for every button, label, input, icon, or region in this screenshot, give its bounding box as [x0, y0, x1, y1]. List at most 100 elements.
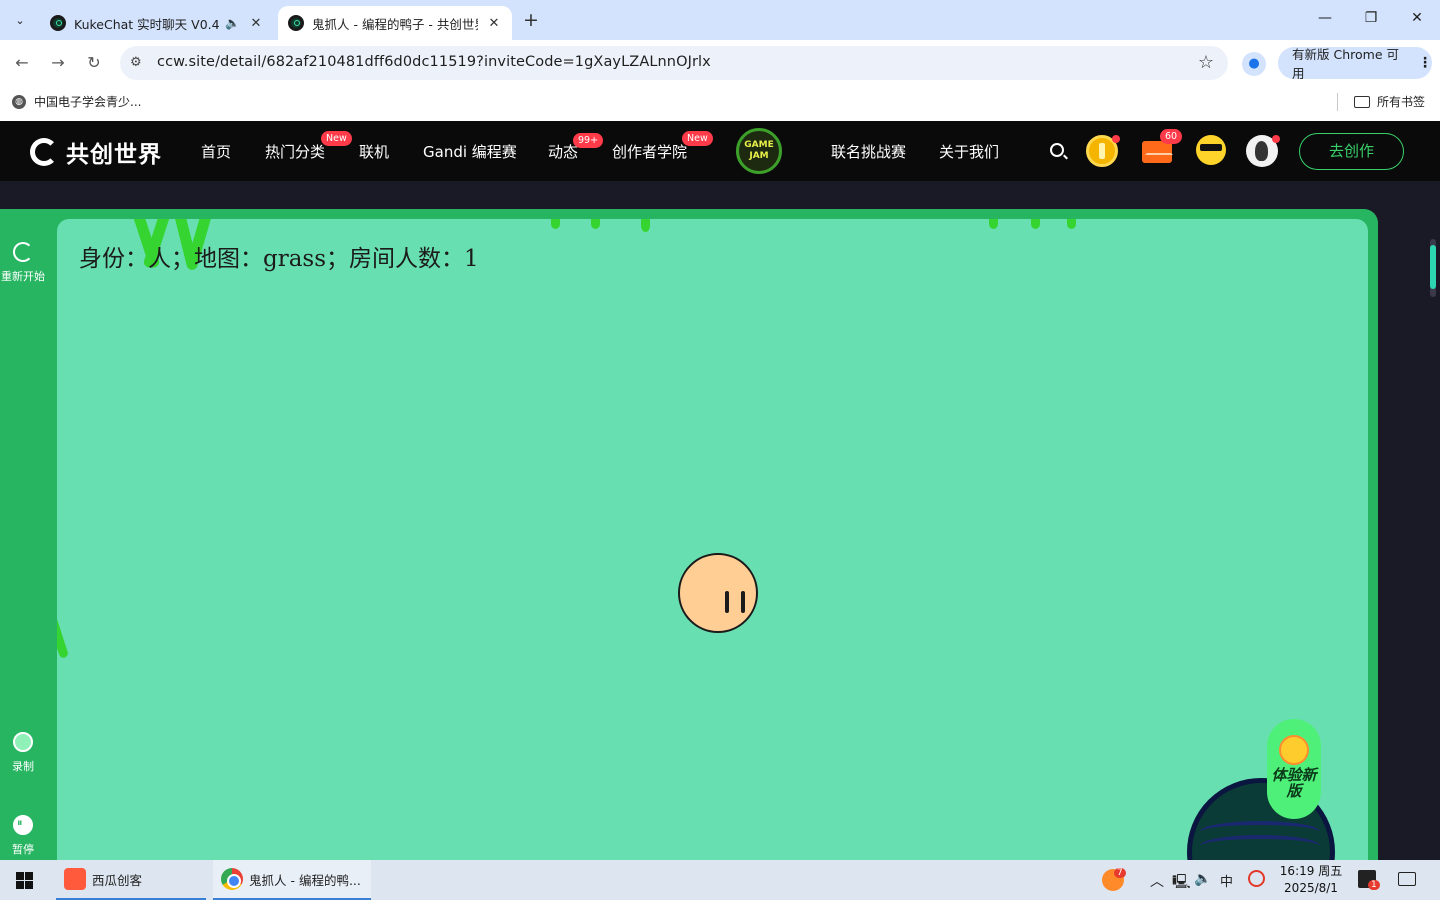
site-logo[interactable]: 共创世界 — [30, 135, 162, 169]
new-badge: New — [321, 131, 352, 146]
ime-indicator[interactable]: 中 — [1220, 871, 1233, 890]
windows-taskbar: 西瓜创客 鬼抓人 - 编程的鸭... ︿ 🖳 🔈 中 16:19 周五 2025… — [0, 860, 1440, 900]
tab-title: KukeChat 实时聊天 V0.4 - — [74, 16, 220, 32]
restart-icon — [13, 242, 33, 262]
grass-drip — [989, 219, 998, 229]
bookmarks-bar: ◍ 中国电子学会青少... 所有书签 — [0, 86, 1440, 121]
nav-collab-challenge[interactable]: 联名挑战赛 — [831, 141, 906, 162]
count-badge: 99+ — [573, 133, 604, 148]
page-scrollbar[interactable] — [1430, 239, 1436, 297]
bookmark-label: 中国电子学会青少... — [34, 95, 142, 109]
mail-icon[interactable] — [1142, 141, 1172, 163]
minimize-icon[interactable]: — — [1314, 10, 1336, 30]
notify-badge: 1 — [1368, 880, 1380, 890]
project-page: 重新开始 录制 暂停 身份：人；地图：grass；房间人数：1 — [0, 181, 1440, 860]
taskbar-app-label: 西瓜创客 — [92, 872, 143, 888]
tab-search-chevron-icon[interactable]: ⌄ — [8, 8, 32, 32]
new-tab-button[interactable]: + — [520, 9, 542, 31]
game-stage[interactable]: 身份：人；地图：grass；房间人数：1 — [57, 219, 1368, 860]
taskbar-app-label: 鬼抓人 - 编程的鸭... — [249, 872, 361, 888]
gamejam-logo[interactable]: GAME JAM — [736, 128, 782, 174]
try-new-label: 体验新版 — [1271, 766, 1317, 800]
close-tab-icon[interactable]: ✕ — [486, 16, 502, 31]
clock-date: 2025/8/1 — [1284, 881, 1338, 895]
clock-time: 16:19 周五 — [1279, 864, 1343, 878]
nav-gandi-contest[interactable]: Gandi 编程赛 — [423, 141, 517, 162]
profile-icon[interactable]: ● — [1242, 52, 1266, 76]
folder-icon — [1354, 95, 1370, 108]
menu-dots-icon[interactable]: ⋮ — [1418, 55, 1432, 71]
character-eye — [741, 591, 745, 613]
action-center-icon[interactable] — [1398, 872, 1416, 886]
windows-start-icon[interactable] — [16, 872, 33, 889]
bookmarks-divider — [1337, 93, 1338, 111]
bookmark-star-icon[interactable]: ☆ — [1198, 52, 1214, 73]
orb-wave — [1200, 835, 1320, 857]
grass-drip — [1031, 219, 1040, 229]
tab-title: 鬼抓人 - 编程的鸭子 - 共创世界 — [312, 16, 478, 32]
restore-icon[interactable]: ❐ — [1360, 10, 1382, 30]
new-badge: New — [682, 131, 713, 146]
record-button[interactable]: 录制 — [0, 732, 46, 774]
tray-expand-icon[interactable]: ︿ — [1150, 871, 1164, 891]
close-window-icon[interactable]: ✕ — [1406, 10, 1428, 30]
back-icon[interactable]: ← — [11, 52, 33, 74]
character-eye — [725, 591, 729, 613]
browser-tab-active[interactable]: 鬼抓人 - 编程的鸭子 - 共创世界 ✕ — [278, 6, 512, 40]
speaker-icon[interactable]: 🔈 — [225, 16, 240, 30]
browser-toolbar: ← → ↻ ⚙ ccw.site/detail/682af210481dff6d… — [0, 40, 1440, 86]
nav-creator-academy[interactable]: 创作者学院 — [612, 141, 687, 162]
all-bookmarks-label: 所有书签 — [1377, 95, 1426, 109]
try-new-version-button[interactable]: 体验新版 — [1267, 719, 1321, 819]
search-icon[interactable] — [1050, 143, 1064, 157]
pause-icon — [13, 815, 33, 835]
notification-dot — [1272, 135, 1280, 143]
sogou-icon[interactable] — [1248, 870, 1265, 887]
network-icon[interactable]: 🖳 — [1172, 871, 1191, 895]
grass-drip — [1067, 219, 1076, 229]
all-bookmarks-button[interactable]: 所有书签 — [1354, 93, 1425, 110]
ccw-favicon-icon — [50, 15, 66, 31]
restart-button[interactable]: 重新开始 — [0, 242, 46, 284]
grass-blade — [57, 599, 70, 659]
player-character — [678, 553, 758, 633]
game-status-text: 身份：人；地图：grass；房间人数：1 — [79, 246, 479, 272]
starstruck-emoji-icon — [1279, 735, 1309, 765]
taskbar-clock[interactable]: 16:19 周五 2025/8/1 — [1278, 863, 1344, 897]
mail-count-badge: 60 — [1160, 129, 1183, 144]
chrome-icon — [221, 868, 243, 890]
taskbar-app-xigua[interactable]: 西瓜创客 — [56, 860, 206, 900]
taskbar-app-chrome[interactable]: 鬼抓人 - 编程的鸭... — [213, 860, 371, 900]
nav-online[interactable]: 联机 — [359, 141, 389, 162]
grass-drip — [591, 219, 600, 229]
logo-c-icon — [30, 138, 58, 166]
create-button[interactable]: 去创作 — [1299, 133, 1404, 170]
url-text[interactable]: ccw.site/detail/682af210481dff6d0dc11519… — [157, 54, 711, 70]
update-label: 有新版 Chrome 可用 — [1292, 47, 1399, 81]
pause-button[interactable]: 暂停 — [0, 815, 46, 857]
player-side-rail: 重新开始 录制 暂停 — [0, 209, 56, 860]
site-header: 共创世界 首页 热门分类 New 联机 Gandi 编程赛 动态 99+ 创作者… — [0, 121, 1440, 181]
grass-drip — [641, 219, 650, 232]
ccw-favicon-icon — [288, 15, 304, 31]
reload-icon[interactable]: ↻ — [83, 52, 105, 74]
volume-icon[interactable]: 🔈 — [1194, 871, 1211, 887]
xigua-app-icon — [64, 868, 86, 890]
address-bar[interactable]: ⚙ ccw.site/detail/682af210481dff6d0dc115… — [120, 46, 1228, 80]
record-label: 录制 — [12, 760, 34, 773]
nav-home[interactable]: 首页 — [201, 141, 231, 162]
nav-hot-categories[interactable]: 热门分类 — [265, 141, 325, 162]
close-tab-icon[interactable]: ✕ — [248, 16, 264, 31]
forward-icon[interactable]: → — [47, 52, 69, 74]
browser-tab-kukechat[interactable]: KukeChat 实时聊天 V0.4 - 🔈 ✕ — [40, 6, 274, 40]
notification-dot — [1112, 135, 1120, 143]
site-settings-icon[interactable]: ⚙ — [130, 55, 142, 70]
sunglasses-emoji-icon[interactable] — [1196, 135, 1226, 165]
chrome-update-button[interactable]: 有新版 Chrome 可用 ⋮ — [1278, 47, 1432, 81]
restart-label: 重新开始 — [1, 270, 45, 283]
tray-badge: 7 — [1114, 868, 1126, 878]
logo-text: 共创世界 — [66, 142, 162, 168]
nav-about[interactable]: 关于我们 — [939, 141, 999, 162]
bookmark-item[interactable]: ◍ 中国电子学会青少... — [12, 93, 141, 110]
record-icon — [13, 732, 33, 752]
